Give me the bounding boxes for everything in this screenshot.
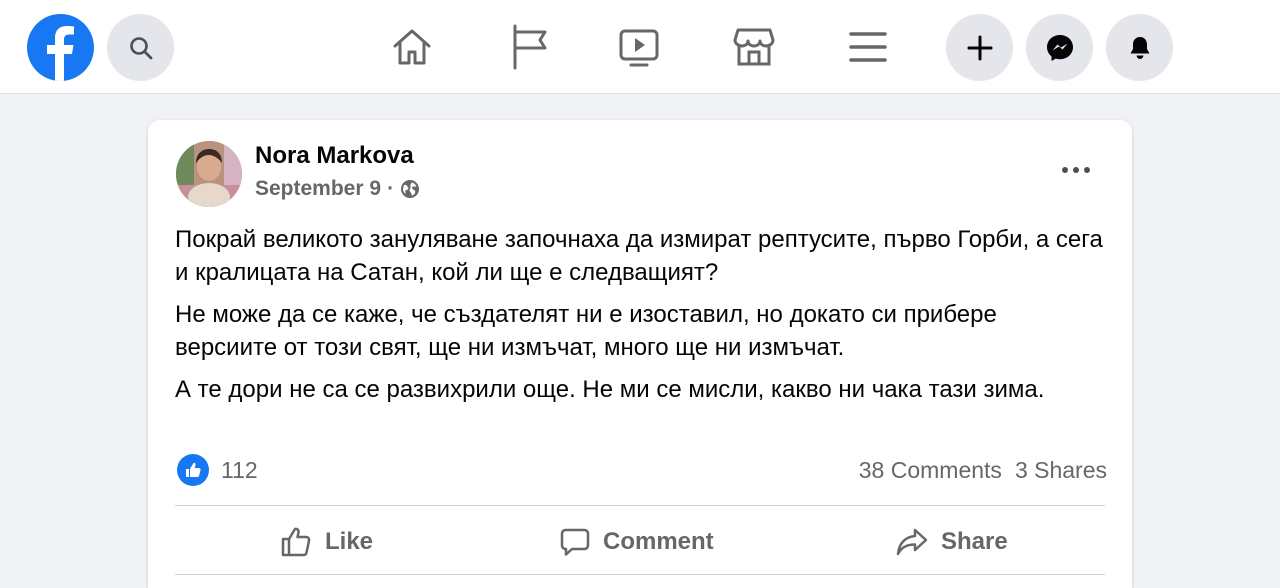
like-button[interactable]: Like — [279, 522, 373, 562]
notifications-bell-icon — [1130, 36, 1149, 59]
comment-button[interactable]: Comment — [559, 522, 714, 562]
thumbs-up-icon — [281, 527, 311, 557]
top-navigation-bar — [0, 0, 1280, 94]
menu-icon — [849, 32, 887, 62]
create-plus-icon — [967, 35, 992, 60]
more-dot — [1073, 167, 1079, 173]
nav-pages-button[interactable] — [502, 22, 552, 72]
post-paragraph: А те дори не са се развихрили още. Не ми… — [175, 376, 1045, 403]
post-date[interactable]: September 9 — [255, 177, 381, 201]
like-button-label: Like — [325, 528, 374, 555]
search-button[interactable] — [107, 14, 174, 81]
home-icon — [393, 29, 431, 65]
comment-bubble-icon — [560, 528, 590, 556]
post-author-name[interactable]: Nora Markova — [255, 142, 414, 170]
messenger-icon — [1046, 34, 1073, 61]
meta-separator: · — [387, 177, 395, 200]
post-meta: September 9 · — [255, 177, 420, 201]
actions-divider — [175, 574, 1105, 575]
shares-count[interactable]: 3 Shares — [1015, 457, 1107, 484]
comments-count[interactable]: 38 Comments — [859, 457, 1002, 484]
like-reaction-icon[interactable] — [177, 454, 209, 486]
stats-divider — [175, 505, 1105, 506]
notifications-button[interactable] — [1106, 14, 1173, 81]
reaction-count[interactable]: 112 — [221, 457, 258, 484]
avatar[interactable] — [176, 141, 242, 207]
post-card: Nora Markova September 9 · Покрай велико… — [148, 120, 1132, 588]
globe-icon[interactable] — [400, 179, 420, 199]
nav-marketplace-button[interactable] — [729, 22, 779, 72]
post-options-button[interactable] — [1048, 150, 1104, 190]
nav-home-button[interactable] — [387, 22, 437, 72]
create-button[interactable] — [946, 14, 1013, 81]
marketplace-icon — [733, 28, 775, 66]
nav-watch-button[interactable] — [614, 22, 664, 72]
more-dot — [1084, 167, 1090, 173]
watch-video-icon — [619, 29, 659, 67]
post-body: Покрай великото зануляване започнаха да … — [175, 223, 1105, 415]
pages-flag-icon — [513, 24, 547, 70]
nav-menu-button[interactable] — [843, 22, 893, 72]
engagement-counts: 38 Comments 3 Shares — [859, 457, 1107, 484]
post-paragraph: Покрай великото зануляване започнаха да … — [175, 226, 1103, 286]
messenger-button[interactable] — [1026, 14, 1093, 81]
facebook-logo-icon[interactable] — [27, 14, 94, 81]
share-button[interactable]: Share — [895, 522, 1008, 562]
share-arrow-icon — [896, 528, 928, 556]
share-button-label: Share — [941, 528, 1008, 555]
comment-button-label: Comment — [603, 528, 714, 555]
post-paragraph: Не може да се каже, че създателят ни е и… — [175, 301, 997, 361]
post-stats: 112 38 Comments 3 Shares — [177, 453, 1107, 487]
search-icon — [129, 36, 152, 59]
more-dot — [1062, 167, 1068, 173]
